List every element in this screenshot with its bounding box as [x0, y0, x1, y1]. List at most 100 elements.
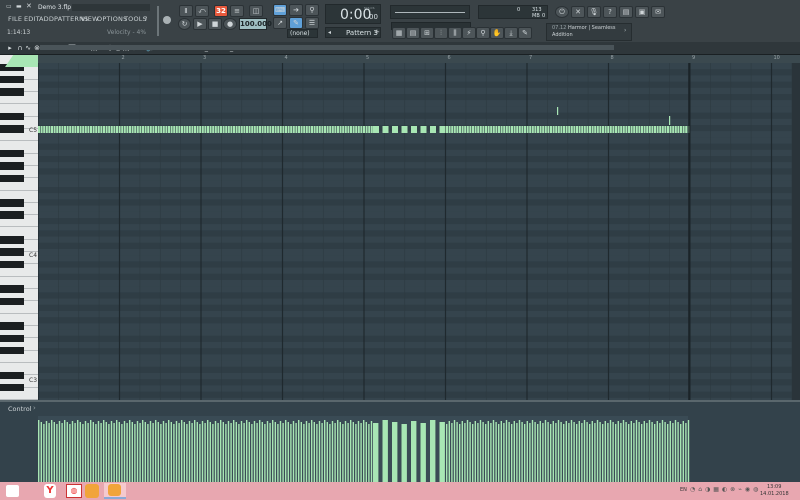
- snap-icon[interactable]: ∿: [24, 44, 32, 52]
- velocity-bar: [482, 422, 484, 482]
- news-arrow-icon[interactable]: ›: [624, 27, 626, 34]
- plugin-database-button[interactable]: ⤓: [504, 27, 518, 39]
- piano-black-key[interactable]: [0, 297, 24, 306]
- note-grid[interactable]: [38, 63, 800, 400]
- menu-help[interactable]: ?: [144, 15, 148, 23]
- vertical-scrollbar[interactable]: [792, 63, 800, 400]
- menu-options[interactable]: OPTIONS: [97, 15, 127, 23]
- snap-selector[interactable]: (none): [287, 29, 318, 38]
- loop-icon[interactable]: ⤺: [195, 5, 209, 17]
- project-info-button[interactable]: ✎: [518, 27, 532, 39]
- note: [482, 126, 485, 133]
- velocity-bars[interactable]: [38, 416, 800, 482]
- piano-roll-menu-icon[interactable]: ▸: [6, 44, 14, 52]
- opera-browser-icon[interactable]: ◍: [66, 484, 82, 498]
- note: [612, 126, 615, 133]
- blend-notes-button[interactable]: ✎: [289, 17, 303, 29]
- play-button[interactable]: ▶: [193, 18, 207, 30]
- search-taskbar-icon[interactable]: [26, 484, 40, 498]
- restore-icon[interactable]: ▭: [6, 3, 12, 10]
- record-button[interactable]: ●: [223, 18, 237, 30]
- message-icon[interactable]: ✉: [651, 6, 665, 18]
- piano-black-key[interactable]: [0, 211, 24, 219]
- help-icon[interactable]: ?: [603, 6, 617, 18]
- piano-black-key[interactable]: [0, 162, 24, 170]
- piano-black-key[interactable]: [0, 285, 24, 293]
- scroll-view-button[interactable]: ↗: [273, 17, 287, 29]
- note: [534, 126, 537, 133]
- fl-studio-active-icon[interactable]: [104, 483, 126, 499]
- typing-keyboard-button[interactable]: ⌨: [273, 4, 287, 16]
- piano-black-key[interactable]: [0, 199, 24, 207]
- velocity-bar: [638, 422, 640, 482]
- pattern-selector[interactable]: ◂ Pattern 3 +: [325, 27, 381, 38]
- menu-add[interactable]: ADD: [39, 15, 54, 23]
- piano-black-key[interactable]: [0, 322, 24, 330]
- minimize-icon[interactable]: ▬: [16, 3, 22, 10]
- metronome-button[interactable]: ≡: [230, 5, 244, 17]
- piano-roll-grid[interactable]: [38, 63, 800, 400]
- tempo-display[interactable]: 100.000: [239, 18, 272, 30]
- piano-black-key[interactable]: [0, 334, 24, 343]
- piano-black-key[interactable]: [0, 383, 24, 392]
- wait-for-input-button[interactable]: ◫: [249, 5, 263, 17]
- start-button[interactable]: [6, 485, 19, 497]
- tray-lang[interactable]: EN: [680, 487, 687, 493]
- menu-file[interactable]: FILE: [8, 15, 22, 23]
- cpu-power-icon[interactable]: ⏻: [555, 6, 569, 18]
- touch-controller-button[interactable]: ✋: [490, 27, 504, 39]
- velocity-bar: [643, 421, 645, 482]
- pattern-mode-button[interactable]: 32: [214, 5, 228, 17]
- note: [71, 126, 74, 133]
- plugin-picker-button[interactable]: ⚡: [462, 27, 476, 39]
- recording-filter-button[interactable]: ☰: [305, 17, 319, 29]
- piano-black-key[interactable]: [0, 174, 24, 182]
- control-label[interactable]: Control: [8, 405, 32, 413]
- channel-settings-button[interactable]: ⫼: [448, 27, 462, 39]
- menu-edit[interactable]: EDIT: [24, 15, 40, 23]
- piano-black-key[interactable]: [0, 88, 24, 96]
- stop-button[interactable]: ■: [208, 18, 222, 30]
- piano-black-key[interactable]: [0, 149, 24, 158]
- shop-icon[interactable]: ▣: [635, 6, 649, 18]
- piano-black-key[interactable]: [0, 112, 24, 121]
- microphone-icon[interactable]: 🎙: [587, 6, 601, 18]
- pattern-song-toggle[interactable]: Ⅱ: [179, 5, 193, 17]
- browser-button[interactable]: ⚲: [476, 27, 490, 39]
- velocity-bar: [311, 420, 313, 482]
- record-loop-button[interactable]: ↻: [178, 18, 191, 30]
- piano-black-key[interactable]: [0, 236, 24, 244]
- piano-black-key[interactable]: [0, 75, 24, 84]
- piano-black-key[interactable]: [0, 125, 24, 133]
- tray-icons[interactable]: ◔⌂◑▦◐⊗⌁◉◍: [690, 486, 761, 493]
- master-volume-slider[interactable]: [157, 6, 159, 36]
- piano-black-key[interactable]: [0, 347, 24, 355]
- song-time-display[interactable]: 0:00 00 M:S:CS: [325, 4, 381, 24]
- pattern-add-icon[interactable]: +: [374, 28, 380, 36]
- piano-black-key[interactable]: [0, 248, 24, 256]
- velocity-bar: [170, 422, 172, 482]
- close-icon[interactable]: ✕: [26, 2, 32, 10]
- event-control-lane[interactable]: Control ›: [0, 400, 800, 484]
- pattern-prev-icon[interactable]: ◂: [328, 29, 331, 36]
- fl-studio-icon[interactable]: [85, 484, 99, 498]
- horizontal-scrollbar[interactable]: [40, 45, 614, 50]
- playlist-button[interactable]: ▦: [392, 27, 406, 39]
- channel-rack-button[interactable]: ⊞: [420, 27, 434, 39]
- master-pitch-knob[interactable]: [163, 16, 171, 24]
- piano-black-key[interactable]: [0, 371, 24, 380]
- piano-keyboard[interactable]: [0, 55, 39, 400]
- velocity-bar: [411, 421, 417, 482]
- mixer-button[interactable]: ⫶: [434, 27, 448, 39]
- piano-roll-button[interactable]: ▤: [406, 27, 420, 39]
- yandex-browser-icon[interactable]: Y: [44, 484, 56, 498]
- panic-icon[interactable]: ✕: [571, 6, 585, 18]
- velocity-bar: [461, 421, 463, 482]
- control-arrow-icon[interactable]: ›: [33, 404, 36, 412]
- piano-black-key[interactable]: [0, 260, 24, 269]
- magnet-icon[interactable]: ∩: [16, 44, 24, 52]
- save-icon[interactable]: ▤: [619, 6, 633, 18]
- grid-row: [38, 69, 800, 76]
- step-edit-button[interactable]: ➔: [289, 4, 303, 16]
- snap-magnet-button[interactable]: ⚲: [305, 4, 319, 16]
